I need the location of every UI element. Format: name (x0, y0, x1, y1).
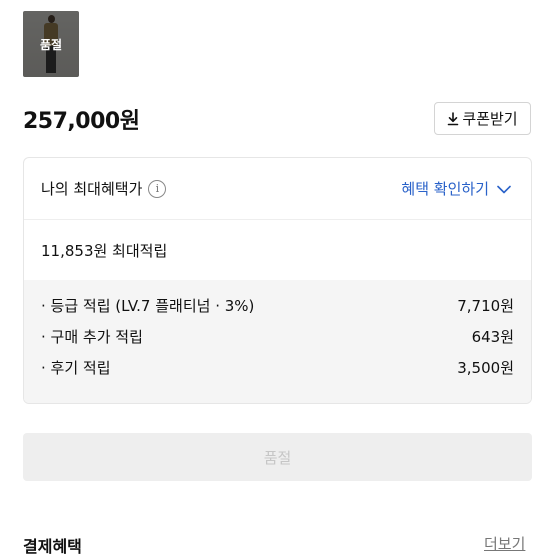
coupon-button[interactable]: 쿠폰받기 (434, 102, 531, 135)
benefit-row-value: 3,500원 (457, 359, 514, 377)
benefit-card: 나의 최대혜택가 i 혜택 확인하기 11,853원 최대적립 · 등급 적립 … (23, 157, 532, 404)
more-link[interactable]: 더보기 (484, 533, 525, 554)
benefit-row-value: 7,710원 (457, 297, 514, 315)
product-thumbnail[interactable]: 품절 (23, 11, 79, 77)
benefit-row: · 구매 추가 적립 643원 (41, 327, 514, 347)
coupon-label: 쿠폰받기 (462, 111, 518, 128)
soldout-overlay: 품절 (23, 11, 79, 77)
benefit-check-label: 혜택 확인하기 (401, 180, 489, 198)
benefit-row-value: 643원 (471, 328, 514, 346)
product-price: 257,000원 (23, 109, 140, 134)
benefit-row: · 후기 적립 3,500원 (41, 358, 514, 378)
chevron-down-icon (497, 180, 511, 198)
benefit-details: · 등급 적립 (LV.7 플래티넘 · 3%) 7,710원 · 구매 추가 … (24, 280, 531, 403)
info-icon[interactable]: i (148, 179, 167, 198)
benefit-header: 나의 최대혜택가 i 혜택 확인하기 (24, 158, 531, 220)
benefit-title: 나의 최대혜택가 (41, 180, 143, 198)
soldout-button[interactable]: 품절 (23, 433, 532, 481)
benefit-row-label: · 후기 적립 (41, 359, 111, 377)
benefit-summary: 11,853원 최대적립 (41, 241, 168, 260)
benefit-row: · 등급 적립 (LV.7 플래티넘 · 3%) 7,710원 (41, 296, 514, 316)
benefit-row-label: · 등급 적립 (LV.7 플래티넘 · 3%) (41, 297, 255, 315)
soldout-badge: 품절 (39, 37, 63, 52)
benefit-check-link[interactable]: 혜택 확인하기 (401, 178, 511, 199)
download-icon (447, 111, 459, 126)
payment-benefits-title: 결제혜택 (23, 537, 82, 555)
benefit-row-label: · 구매 추가 적립 (41, 328, 143, 346)
